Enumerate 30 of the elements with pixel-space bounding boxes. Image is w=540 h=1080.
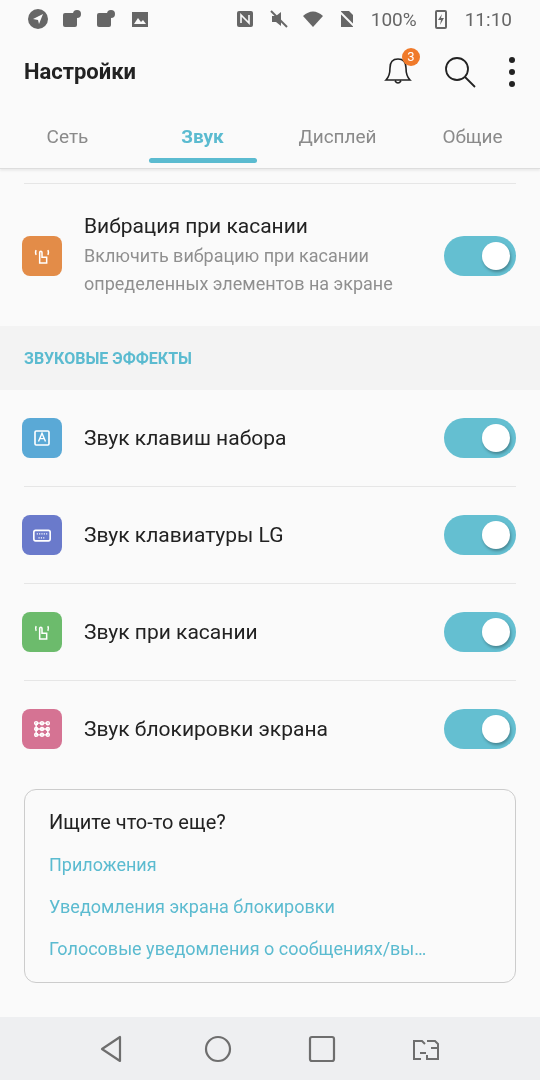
navigation-icon	[28, 9, 48, 29]
toggle-switch[interactable]	[444, 418, 516, 458]
setting-title: Звук при касании	[84, 620, 259, 644]
image-icon	[130, 9, 150, 29]
more-options-icon[interactable]	[508, 55, 516, 88]
tab[interactable]: Сеть	[0, 105, 135, 168]
section-header: ЗВУКОВЫЕ ЭФФЕКТЫ	[24, 348, 192, 368]
setting-title: Вибрация при касании	[84, 214, 309, 238]
toggle-switch[interactable]	[444, 515, 516, 555]
nfc-icon	[234, 9, 255, 29]
setting-title: Звук клавиатуры LG	[84, 523, 285, 547]
card-title: Ищите что-то еще?	[49, 810, 227, 834]
toggle-switch[interactable]	[444, 709, 516, 749]
suggestion-link[interactable]: Голосовые уведомления о сообщениях/вы…	[49, 928, 491, 970]
setting-title: Звук клавиш набора	[84, 426, 288, 450]
clock: 11:10	[464, 7, 512, 31]
setting-description: Включить вибрацию при касании определенных элементов на экране	[84, 244, 394, 296]
wifi-icon	[302, 9, 323, 29]
tab[interactable]: Звук	[135, 105, 270, 168]
tab[interactable]: Дисплей	[270, 105, 405, 168]
toggle-switch[interactable]	[444, 612, 516, 652]
mute-icon	[268, 9, 289, 29]
notification-badge: 3	[402, 47, 420, 66]
suggestion-link[interactable]: Уведомления экрана блокировки	[49, 886, 491, 928]
toggle-switch[interactable]	[444, 236, 516, 276]
battery-percent: 100%	[370, 7, 417, 31]
tab[interactable]: Общие	[405, 105, 540, 168]
suggestion-link[interactable]: Приложения	[49, 844, 491, 886]
setting-title: Звук блокировки экрана	[84, 717, 329, 741]
screen-title: Настройки	[24, 59, 138, 84]
